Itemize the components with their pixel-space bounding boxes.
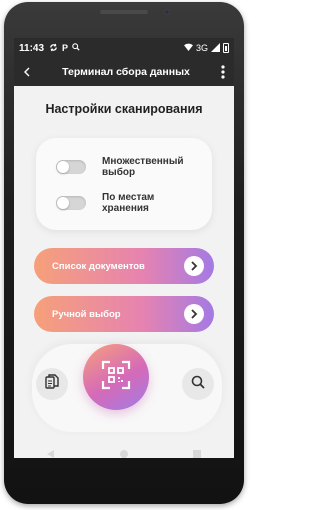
- by-storage-location-toggle[interactable]: [56, 196, 86, 210]
- back-triangle-icon[interactable]: [46, 446, 56, 464]
- search-button[interactable]: [182, 368, 214, 400]
- toggle-knob: [57, 197, 69, 209]
- toggle-knob: [57, 161, 69, 173]
- chevron-right-icon: [184, 256, 204, 276]
- back-arrow-icon[interactable]: [14, 64, 40, 80]
- signal-icon: [211, 42, 220, 54]
- chevron-right-icon: [184, 304, 204, 324]
- manual-selection-button[interactable]: Ручной выбор: [34, 296, 214, 332]
- parking-icon: P: [62, 43, 69, 53]
- multiple-selection-label: Множественный выбор: [102, 156, 184, 178]
- documents-button[interactable]: [36, 368, 68, 400]
- wifi-icon: [184, 43, 193, 53]
- front-camera: [164, 9, 170, 15]
- sync-icon: [49, 43, 58, 54]
- documents-list-label: Список документов: [52, 260, 145, 272]
- network-type: 3G: [195, 43, 208, 53]
- earpiece-speaker: [100, 10, 148, 14]
- app-bar-title: Терминал сбора данных: [62, 66, 190, 78]
- home-circle-icon[interactable]: [119, 446, 129, 464]
- page-title: Настройки сканирования: [45, 102, 203, 116]
- toggle-row-multiple-selection[interactable]: Множественный выбор: [56, 156, 202, 178]
- documents-icon: [45, 373, 59, 395]
- documents-list-button[interactable]: Список документов: [34, 248, 214, 284]
- more-vertical-icon[interactable]: [212, 65, 234, 79]
- multiple-selection-toggle[interactable]: [56, 160, 86, 174]
- toggle-row-by-storage-location[interactable]: По местам хранения: [56, 192, 202, 214]
- search-icon: [72, 43, 80, 53]
- app-screen: 11:43 P 3G Терминал сбора данных Настрой…: [14, 38, 234, 458]
- battery-icon: [223, 43, 229, 53]
- status-right-group: 3G: [184, 42, 229, 54]
- recents-square-icon[interactable]: [192, 446, 202, 464]
- system-navigation-bar: [14, 442, 234, 468]
- manual-selection-label: Ручной выбор: [52, 308, 121, 320]
- scan-settings-card: Множественный выбор По местам хранения: [36, 138, 212, 230]
- app-bar: Терминал сбора данных: [14, 58, 234, 86]
- by-storage-location-label: По местам хранения: [102, 192, 155, 214]
- scan-button[interactable]: [83, 344, 149, 410]
- search-icon: [191, 375, 205, 394]
- status-bar: 11:43 P 3G: [14, 38, 234, 58]
- status-time: 11:43: [19, 42, 45, 54]
- qr-scan-icon: [101, 360, 131, 395]
